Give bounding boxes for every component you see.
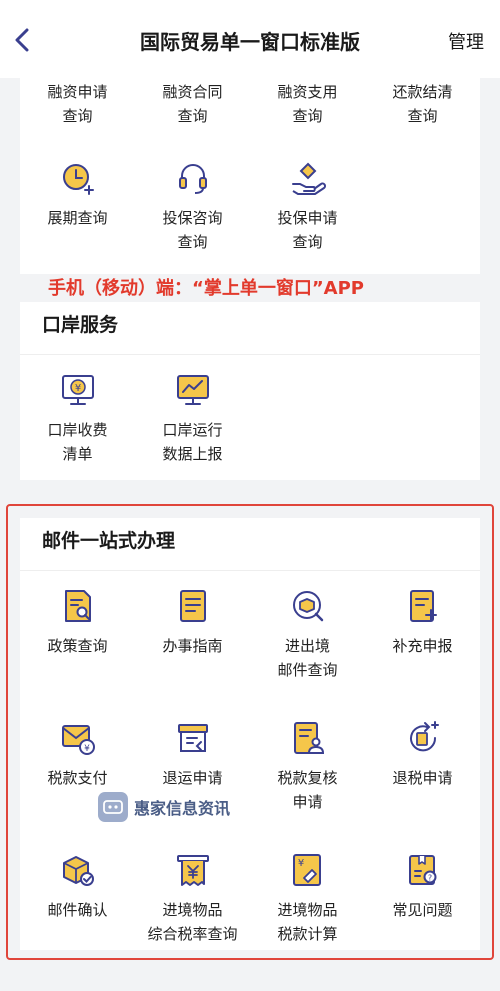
item-label: 常见问题 xyxy=(392,901,453,919)
svg-text:¥: ¥ xyxy=(297,858,303,869)
finance-apply-query-item[interactable]: 融资申请 查询 xyxy=(20,80,135,128)
entry-goods-tax-rate-query-item[interactable]: 进境物品 综合税率查询 xyxy=(135,852,250,946)
section-title: 口岸服务 xyxy=(42,314,119,336)
section-title: 邮件一站式办理 xyxy=(42,530,176,552)
top-bar: 国际贸易单一窗口标准版 管理 xyxy=(0,0,500,78)
calculator-card-icon: ¥ xyxy=(292,854,321,886)
document-search-icon xyxy=(64,590,91,622)
package-check-icon xyxy=(62,856,94,886)
item-label: 还款结清 查询 xyxy=(392,83,453,125)
service-guide-item[interactable]: 办事指南 xyxy=(135,588,250,658)
watermark-logo-icon xyxy=(98,792,128,822)
item-label: 进出境 邮件查询 xyxy=(277,637,338,679)
monitor-yen-icon: ¥ xyxy=(61,375,94,405)
item-label: 补充申报 xyxy=(392,637,453,655)
item-label: 进境物品 税款计算 xyxy=(277,901,338,943)
promo-banner-text: 手机（移动）端：“掌上单一窗口”APP xyxy=(48,278,364,299)
insurance-apply-query-item[interactable]: 投保申请 查询 xyxy=(250,160,365,254)
svg-text:?: ? xyxy=(427,874,431,883)
item-label: 融资支用 查询 xyxy=(277,83,338,125)
faq-item[interactable]: ? 常见问题 xyxy=(365,852,480,922)
extension-query-item[interactable]: 展期查询 xyxy=(20,160,135,230)
item-label: 投保申请 查询 xyxy=(277,209,338,251)
repayment-settlement-query-item[interactable]: 还款结清 查询 xyxy=(365,80,480,128)
item-label: 税款支付 xyxy=(47,769,108,787)
entry-goods-tax-calc-item[interactable]: ¥ 进境物品 税款计算 xyxy=(250,852,365,946)
item-label: 税款复核 申请 xyxy=(277,769,338,811)
item-label: 邮件确认 xyxy=(47,901,108,919)
item-label: 展期查询 xyxy=(47,209,108,227)
port-fee-list-item[interactable]: ¥ 口岸收费 清单 xyxy=(20,372,135,466)
mail-entry-exit-query-item[interactable]: 进出境 邮件查询 xyxy=(250,588,365,682)
section-divider xyxy=(20,354,480,355)
headset-icon xyxy=(178,164,207,194)
chart-monitor-icon xyxy=(176,375,209,405)
item-label: 政策查询 xyxy=(47,637,108,655)
document-list-icon xyxy=(179,590,206,622)
section-divider xyxy=(20,570,480,571)
box-question-icon: ? xyxy=(408,855,436,885)
tax-payment-item[interactable]: ¥ 税款支付 xyxy=(20,720,135,790)
tax-review-apply-item[interactable]: 税款复核 申请 xyxy=(250,720,365,814)
receipt-yen-icon xyxy=(176,855,209,886)
page-title: 国际贸易单一窗口标准版 xyxy=(140,30,360,54)
document-person-icon xyxy=(293,722,324,754)
svg-text:¥: ¥ xyxy=(74,383,80,394)
item-label: 融资申请 查询 xyxy=(47,83,108,125)
item-label: 融资合同 查询 xyxy=(162,83,223,125)
item-label: 投保咨询 查询 xyxy=(162,209,223,251)
tax-refund-apply-item[interactable]: 退税申请 xyxy=(365,720,480,790)
item-label: 退税申请 xyxy=(392,769,453,787)
item-label: 退运申请 xyxy=(162,769,223,787)
manage-button[interactable]: 管理 xyxy=(448,28,484,54)
package-search-icon xyxy=(292,591,323,622)
insurance-consult-query-item[interactable]: 投保咨询 查询 xyxy=(135,160,250,254)
supplementary-declaration-item[interactable]: 补充申报 xyxy=(365,588,480,658)
watermark: 惠家信息资讯 xyxy=(98,791,230,823)
item-label: 口岸收费 清单 xyxy=(47,421,108,463)
watermark-text: 惠家信息资讯 xyxy=(134,799,231,818)
finance-services-card: 融资申请 查询 融资合同 查询 融资支用 查询 还款结清 查询 展期查询 投保咨… xyxy=(20,76,480,274)
item-label: 口岸运行 数据上报 xyxy=(162,421,223,463)
clock-plus-icon xyxy=(62,164,94,195)
item-label: 办事指南 xyxy=(162,637,223,655)
envelope-yen-icon: ¥ xyxy=(61,725,95,755)
mail-services-card: 邮件一站式办理 政策查询 办事指南 进出境 邮件查询 补充申报 ¥ 税款支付 退… xyxy=(20,518,480,950)
document-plus-icon xyxy=(409,590,437,622)
item-label: 进境物品 综合税率查询 xyxy=(147,901,238,943)
finance-contract-query-item[interactable]: 融资合同 查询 xyxy=(135,80,250,128)
svg-text:¥: ¥ xyxy=(84,744,90,754)
refund-cycle-icon xyxy=(409,721,439,752)
port-services-card: 口岸服务 ¥ 口岸收费 清单 口岸运行 数据上报 xyxy=(20,302,480,480)
return-shipment-apply-item[interactable]: 退运申请 xyxy=(135,720,250,790)
port-operation-report-item[interactable]: 口岸运行 数据上报 xyxy=(135,372,250,466)
box-return-icon xyxy=(177,724,208,752)
mail-confirm-item[interactable]: 邮件确认 xyxy=(20,852,135,922)
finance-drawdown-query-item[interactable]: 融资支用 查询 xyxy=(250,80,365,128)
hand-diamond-icon xyxy=(291,162,326,195)
policy-query-item[interactable]: 政策查询 xyxy=(20,588,135,658)
